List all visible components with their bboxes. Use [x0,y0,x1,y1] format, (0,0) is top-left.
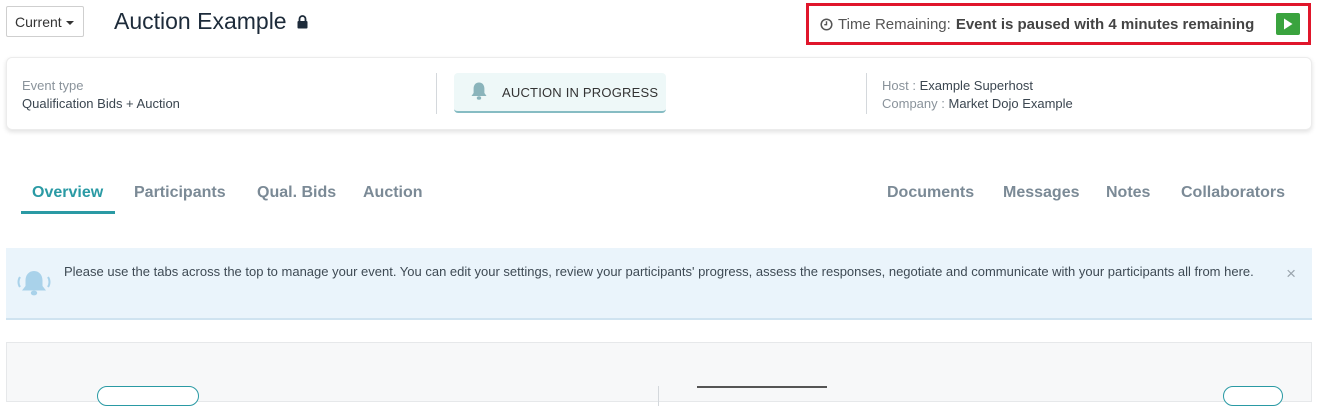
panel-heading [697,386,827,394]
clock-icon [820,17,833,31]
close-icon[interactable]: × [1286,264,1296,284]
host-label: Host : [882,78,916,93]
lock-icon [297,8,308,35]
event-info-card: Event type Qualification Bids + Auction … [6,57,1312,130]
play-icon [1284,18,1293,30]
bell-icon [470,81,488,104]
active-tab-indicator [21,211,115,214]
tab-participants[interactable]: Participants [134,184,226,202]
event-type-value: Qualification Bids + Auction [22,96,180,111]
overview-panel [6,342,1312,406]
tab-qual-bids[interactable]: Qual. Bids [257,184,336,202]
time-remaining-label: Time Remaining: [838,15,951,33]
resume-button[interactable] [1276,13,1300,35]
host-value: Example Superhost [919,78,1034,93]
info-banner-message: Please use the tabs across the top to ma… [64,264,1254,279]
version-select[interactable]: Current [6,6,84,37]
bell-icon [16,268,52,303]
tab-documents[interactable]: Documents [887,184,974,202]
divider [658,386,659,406]
info-banner: Please use the tabs across the top to ma… [6,248,1312,320]
page-title: Auction Example [114,8,308,35]
company-value: Market Dojo Example [948,96,1073,111]
status-badge: AUCTION IN PROGRESS [454,73,666,113]
status-text: AUCTION IN PROGRESS [502,84,659,100]
tab-collaborators[interactable]: Collaborators [1181,184,1285,202]
tab-auction[interactable]: Auction [363,184,423,202]
time-remaining-value: Event is paused with 4 minutes remaining [955,15,1255,33]
divider [436,73,437,114]
panel-button[interactable] [1223,386,1283,406]
page-title-text: Auction Example [114,8,287,34]
event-type: Event type Qualification Bids + Auction [22,77,180,113]
tab-messages[interactable]: Messages [1003,184,1080,202]
chevron-down-icon [65,20,74,25]
tab-overview[interactable]: Overview [32,184,103,202]
host-info: Host : Example Superhost Company : Marke… [882,77,1073,113]
event-type-label: Event type [22,78,84,93]
version-select-label: Current [15,13,62,30]
divider [866,73,867,114]
tab-notes[interactable]: Notes [1106,184,1150,202]
company-label: Company : [882,96,945,111]
panel-button[interactable] [97,386,199,406]
time-remaining-box: Time Remaining: Event is paused with 4 m… [806,3,1311,45]
